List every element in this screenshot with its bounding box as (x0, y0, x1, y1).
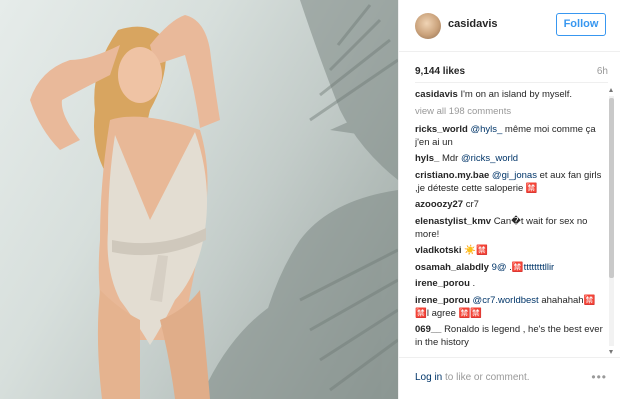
login-link[interactable]: Log in (415, 372, 442, 383)
comment-item: ricks_world @hyls_ même moi comme ça j'e… (415, 123, 605, 149)
login-prompt-text: to like or comment. (442, 372, 530, 383)
comment-username[interactable]: elenastylist_kmv (415, 216, 491, 227)
comment-text: ☀️🈲 (464, 245, 488, 256)
comment-username[interactable]: ricks_world (415, 124, 468, 135)
comment-username[interactable]: irene_porou (415, 295, 470, 306)
comment-username[interactable]: hyls_ (415, 153, 439, 164)
view-all-comments-link[interactable]: view all 198 comments (415, 105, 605, 118)
comment-item: 069__ Ronaldo is legend , he's the best … (415, 323, 605, 349)
comment-mention[interactable]: ttttttttllir (524, 262, 555, 273)
comment-item: hyls_ Mdr @ricks_world (415, 152, 605, 165)
comment-item: irene_porou @cr7.worldbest ahahahah🈲🈲l a… (415, 294, 605, 320)
comment-username[interactable]: osamah_alabdly (415, 262, 489, 273)
scroll-thumb[interactable] (609, 98, 614, 278)
post-photo[interactable] (0, 0, 398, 399)
follow-button[interactable]: Follow (556, 13, 606, 36)
comment-username[interactable]: vladkotski (415, 245, 461, 256)
comment-username[interactable]: cristiano.my.bae (415, 170, 489, 181)
more-options-icon[interactable]: ••• (591, 370, 607, 384)
comment-mention[interactable]: @cr7.worldbest (473, 295, 539, 306)
comment-mention[interactable]: @ricks_world (461, 153, 518, 164)
comment-mention[interactable]: @gi_jonas (492, 170, 537, 181)
caption-username[interactable]: casidavis (415, 89, 458, 100)
post-footer: Log in to like or comment. ••• (399, 357, 620, 399)
author-username[interactable]: casidavis (448, 18, 498, 30)
comment-text: cr7 (465, 199, 479, 210)
comment-item: irene_porou . (415, 277, 605, 290)
comment-username[interactable]: azooozy27 (415, 199, 463, 210)
post-time[interactable]: 6h (597, 66, 608, 77)
comment-username[interactable]: irene_porou (415, 278, 470, 289)
caption: casidavis I'm on an island by myself. (415, 88, 605, 101)
avatar[interactable] (415, 13, 441, 39)
comment-text: Ronaldo is legend , he's the best ever i… (415, 324, 603, 348)
comment-item: elenastylist_kmv Can�t wait for sex no m… (415, 215, 605, 241)
comment-item: cristiano.my.bae @gi_jonas et aux fan gi… (415, 169, 605, 195)
scroll-down-arrow-icon[interactable] (609, 350, 613, 354)
comment-text: .🈲 (506, 261, 524, 273)
divider (415, 82, 608, 83)
comment-item: osamah_alabdly 9@ .🈲ttttttttllir (415, 261, 605, 274)
palm-shadow (200, 0, 398, 399)
post-panel: casidavis Follow 9,144 likes 6h casidavi… (398, 0, 620, 399)
comment-text: . (472, 278, 476, 289)
comment-item: vladkotski ☀️🈲 (415, 244, 605, 257)
photo-illustration (30, 0, 398, 399)
comments-scrollbar[interactable] (609, 88, 614, 354)
likes-row: 9,144 likes 6h (415, 64, 608, 80)
comment-item: azooozy27 cr7 (415, 198, 605, 211)
comment-text: Mdr (441, 153, 461, 164)
post-header: casidavis Follow (399, 0, 620, 52)
login-prompt: Log in to like or comment. (415, 372, 530, 383)
comments-list[interactable]: casidavis I'm on an island by myself. vi… (415, 88, 605, 356)
caption-text: I'm on an island by myself. (460, 89, 573, 100)
face (118, 47, 162, 103)
comment-username[interactable]: 069__ (415, 324, 441, 335)
scroll-up-arrow-icon[interactable] (609, 88, 613, 92)
comment-mention[interactable]: @hyls_ (470, 124, 502, 135)
comment-mention[interactable]: 9@ (492, 262, 507, 273)
likes-count[interactable]: 9,144 likes (415, 66, 465, 77)
